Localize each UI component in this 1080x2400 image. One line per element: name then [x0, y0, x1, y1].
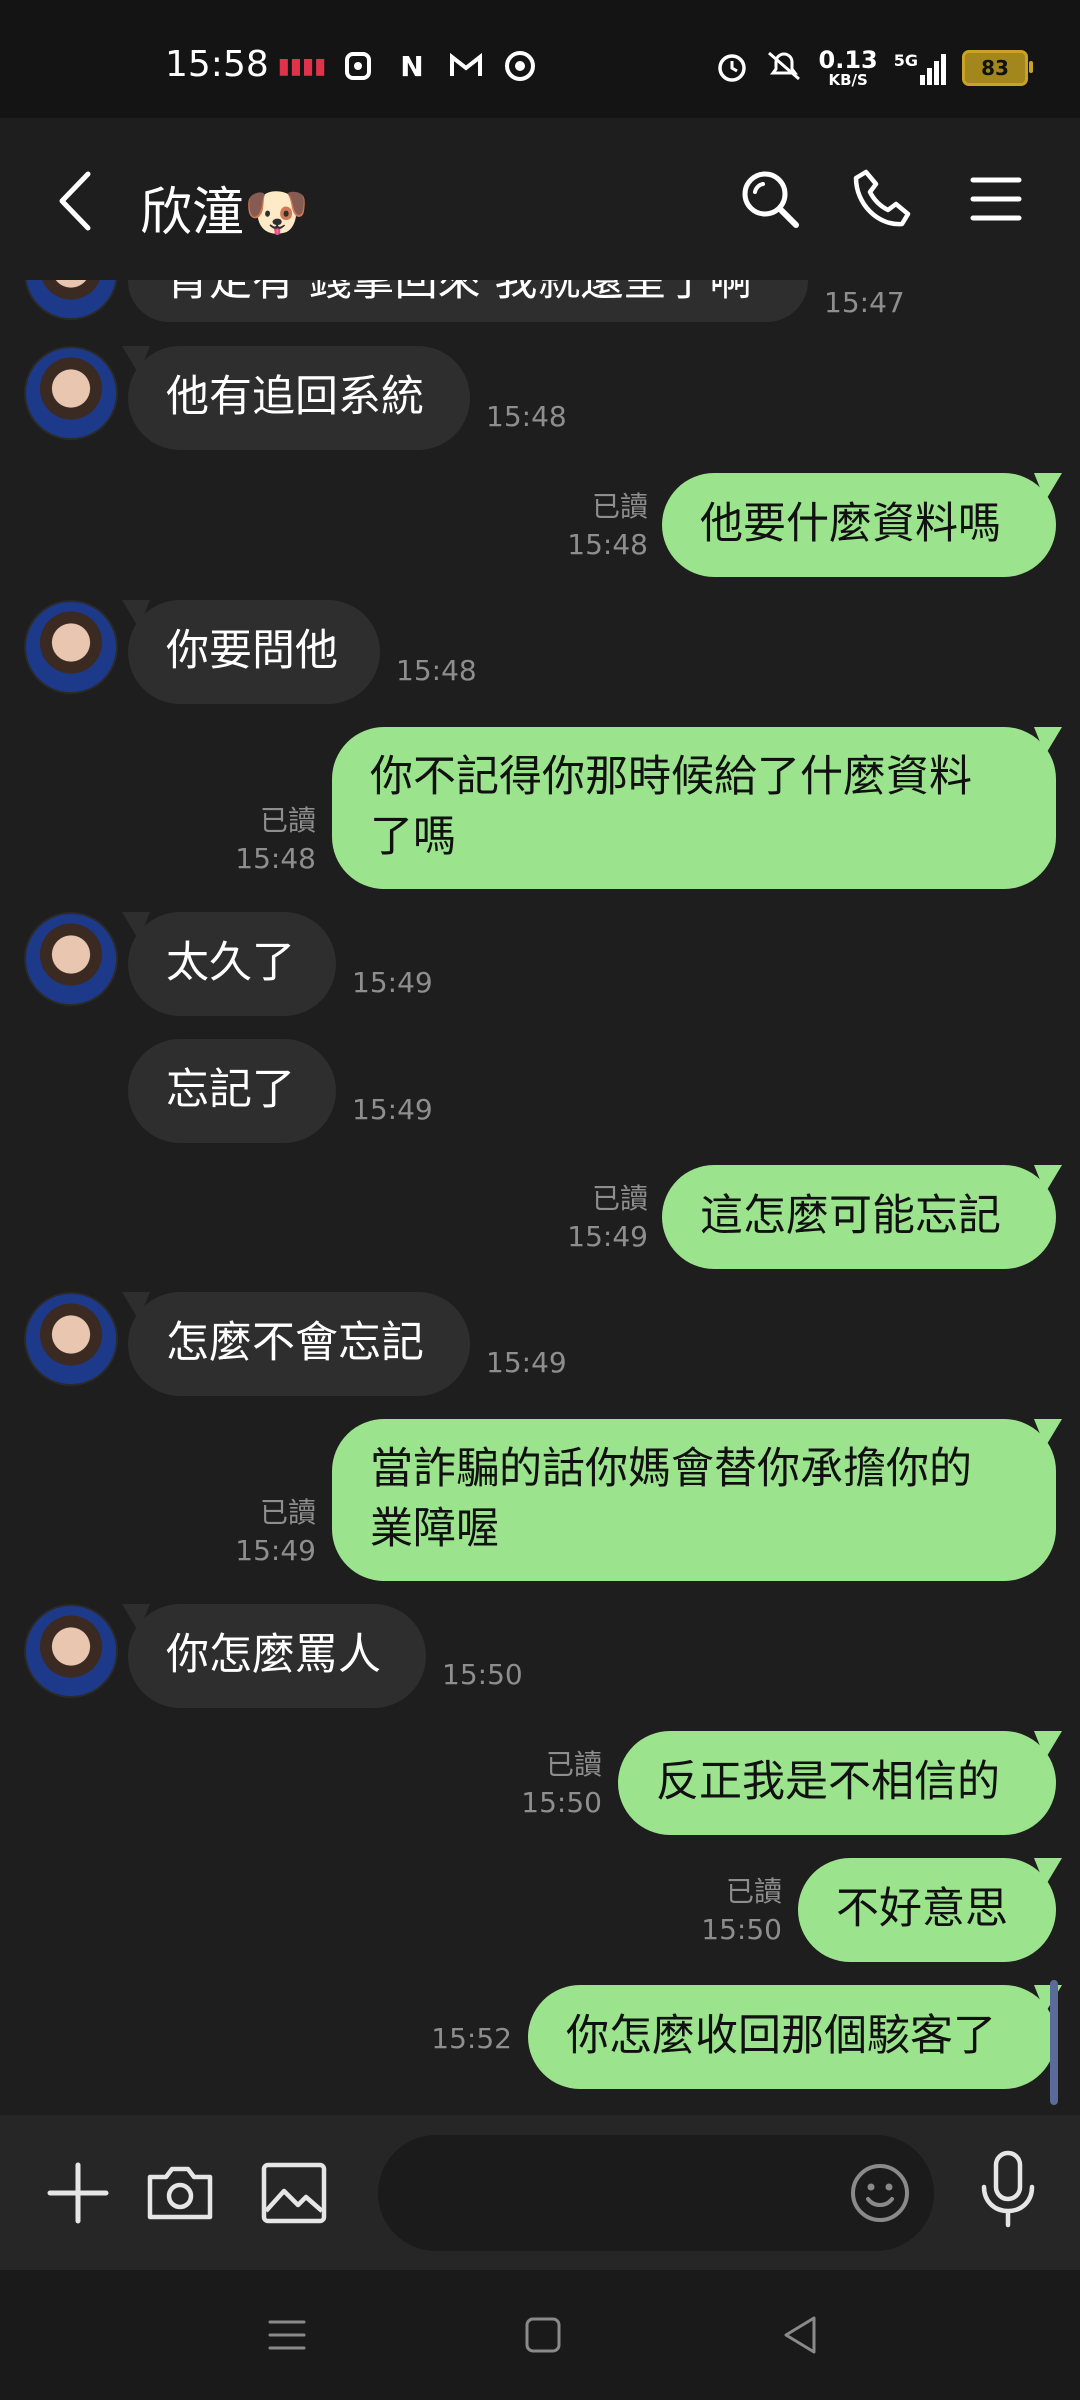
- image-icon[interactable]: [254, 2153, 334, 2233]
- message-text: 反正我是不相信的: [656, 1757, 1000, 1807]
- message-meta: 已讀 15:48: [548, 488, 648, 564]
- message-bubble-incoming[interactable]: 太久了: [128, 912, 336, 1016]
- notification-icons: ▮▮▮▮ N: [277, 49, 538, 83]
- read-receipt: 已讀: [259, 804, 316, 837]
- mute-icon: [765, 49, 803, 87]
- emoji-icon[interactable]: [846, 2159, 914, 2227]
- cell-signal-icon: 5G: [894, 51, 946, 85]
- message-time: 15:49: [352, 1093, 433, 1126]
- back-arrow-icon[interactable]: [50, 166, 100, 236]
- home-icon[interactable]: [518, 2310, 568, 2360]
- message-text: 你要問他: [166, 626, 338, 676]
- chat-header: 欣潼🐶: [0, 118, 1080, 280]
- message-time: 15:48: [567, 528, 648, 561]
- message-text: 太久了: [166, 938, 295, 988]
- message-text: 你怎麼收回那個駭客了: [566, 2011, 996, 2061]
- signal-red-icon: ▮▮▮▮: [277, 53, 327, 79]
- message-time: 15:49: [486, 1346, 567, 1379]
- back-nav-icon[interactable]: [776, 2310, 826, 2360]
- message-text: 你怎麼罵人: [166, 1630, 381, 1680]
- message-time: 15:47: [824, 286, 905, 319]
- message-meta: 已讀 15:50: [682, 1873, 782, 1949]
- message-text-line: 了嗎: [370, 812, 456, 862]
- read-receipt: 已讀: [591, 490, 648, 523]
- chat-title: 欣潼🐶: [140, 183, 309, 243]
- avatar[interactable]: [24, 600, 118, 694]
- net-speed-value: 0.13: [818, 46, 878, 74]
- net-speed: 0.13 KB/S: [819, 48, 878, 88]
- message-input-field[interactable]: [378, 2135, 934, 2251]
- message-time: 15:50: [521, 1786, 602, 1819]
- message-text-line: 業障喔: [370, 1504, 499, 1554]
- message-meta: 已讀 15:49: [216, 1494, 316, 1570]
- menu-icon[interactable]: [961, 164, 1031, 234]
- avatar[interactable]: [24, 280, 118, 320]
- message-meta: 已讀 15:49: [548, 1180, 648, 1256]
- n-icon: N: [400, 49, 424, 83]
- system-icons: 0.13 KB/S 5G 83: [715, 48, 1033, 88]
- status-time: 15:58: [165, 44, 269, 85]
- avatar[interactable]: [24, 912, 118, 1006]
- message-list[interactable]: 肯定有 錢拿回來 我就還呈了啊 15:47 他有追回系統 15:48 已讀 15…: [0, 280, 1080, 2115]
- message-time: 15:52: [431, 2022, 512, 2055]
- avatar[interactable]: [24, 1604, 118, 1698]
- message-input[interactable]: [418, 2165, 822, 2223]
- message-meta: 已讀 15:50: [502, 1746, 602, 1822]
- read-receipt: 已讀: [259, 1496, 316, 1529]
- message-bubble-outgoing[interactable]: 這怎麼可能忘記: [662, 1165, 1056, 1269]
- message-time: 15:48: [396, 654, 477, 687]
- message-bubble-outgoing[interactable]: 他要什麼資料嗎: [662, 473, 1056, 577]
- avatar[interactable]: [24, 346, 118, 440]
- message-text-line: 你不記得你那時候給了什麼資料: [370, 752, 972, 802]
- message-bubble-incoming[interactable]: 肯定有 錢拿回來 我就還呈了啊: [128, 280, 808, 322]
- message-bubble-incoming[interactable]: 你要問他: [128, 600, 380, 704]
- status-bar: 15:58 ▮▮▮▮ N 0.13 KB/S 5G 83: [0, 0, 1080, 118]
- network-type: 5G: [893, 51, 918, 70]
- recents-menu-icon[interactable]: [262, 2310, 312, 2360]
- message-text: 不好意思: [836, 1884, 1008, 1934]
- avatar[interactable]: [24, 1292, 118, 1386]
- net-speed-unit: KB/S: [828, 71, 868, 89]
- message-text: 這怎麼可能忘記: [700, 1191, 1001, 1241]
- camera-icon[interactable]: [140, 2153, 220, 2233]
- message-bubble-outgoing[interactable]: 當詐騙的話你媽會替你承擔你的 業障喔: [332, 1419, 1056, 1581]
- phone-icon[interactable]: [848, 164, 918, 234]
- alarm-icon: [715, 49, 749, 87]
- message-bubble-outgoing[interactable]: 不好意思: [798, 1858, 1056, 1962]
- message-time: 15:50: [701, 1913, 782, 1946]
- plus-icon[interactable]: [38, 2153, 118, 2233]
- message-time: 15:49: [567, 1220, 648, 1253]
- message-time: 15:48: [486, 400, 567, 433]
- message-text: 他有追回系統: [166, 372, 424, 422]
- search-icon[interactable]: [735, 164, 805, 234]
- chrome-icon: [502, 50, 538, 82]
- gmail-icon: [448, 50, 484, 82]
- message-text-line: 當詐騙的話你媽會替你承擔你的: [370, 1444, 972, 1494]
- d-icon: [340, 50, 376, 82]
- message-bubble-incoming[interactable]: 忘記了: [128, 1039, 336, 1143]
- read-receipt: 已讀: [545, 1748, 602, 1781]
- message-text: 肯定有 錢拿回來 我就還呈了啊: [166, 280, 753, 306]
- message-bubble-outgoing[interactable]: 反正我是不相信的: [618, 1731, 1056, 1835]
- read-receipt: 已讀: [725, 1875, 782, 1908]
- message-time: 15:48: [235, 842, 316, 875]
- message-text: 忘記了: [166, 1065, 295, 1115]
- message-text: 他要什麼資料嗎: [700, 499, 1001, 549]
- message-bubble-outgoing[interactable]: 你不記得你那時候給了什麼資料 了嗎: [332, 727, 1056, 889]
- battery-icon: 83: [962, 50, 1033, 86]
- message-time: 15:50: [442, 1658, 523, 1691]
- message-bubble-outgoing[interactable]: 你怎麼收回那個駭客了: [528, 1985, 1056, 2089]
- scrollbar[interactable]: [1050, 1980, 1058, 2105]
- message-time: 15:49: [235, 1534, 316, 1567]
- message-text: 怎麼不會忘記: [166, 1318, 424, 1368]
- read-receipt: 已讀: [591, 1182, 648, 1215]
- message-meta: 已讀 15:48: [216, 802, 316, 878]
- microphone-icon[interactable]: [968, 2145, 1048, 2235]
- message-bubble-incoming[interactable]: 你怎麼罵人: [128, 1604, 426, 1708]
- message-bubble-incoming[interactable]: 怎麼不會忘記: [128, 1292, 470, 1396]
- message-time: 15:49: [352, 966, 433, 999]
- message-bubble-incoming[interactable]: 他有追回系統: [128, 346, 470, 450]
- system-nav-bar: [0, 2270, 1080, 2400]
- input-bar: [0, 2115, 1080, 2270]
